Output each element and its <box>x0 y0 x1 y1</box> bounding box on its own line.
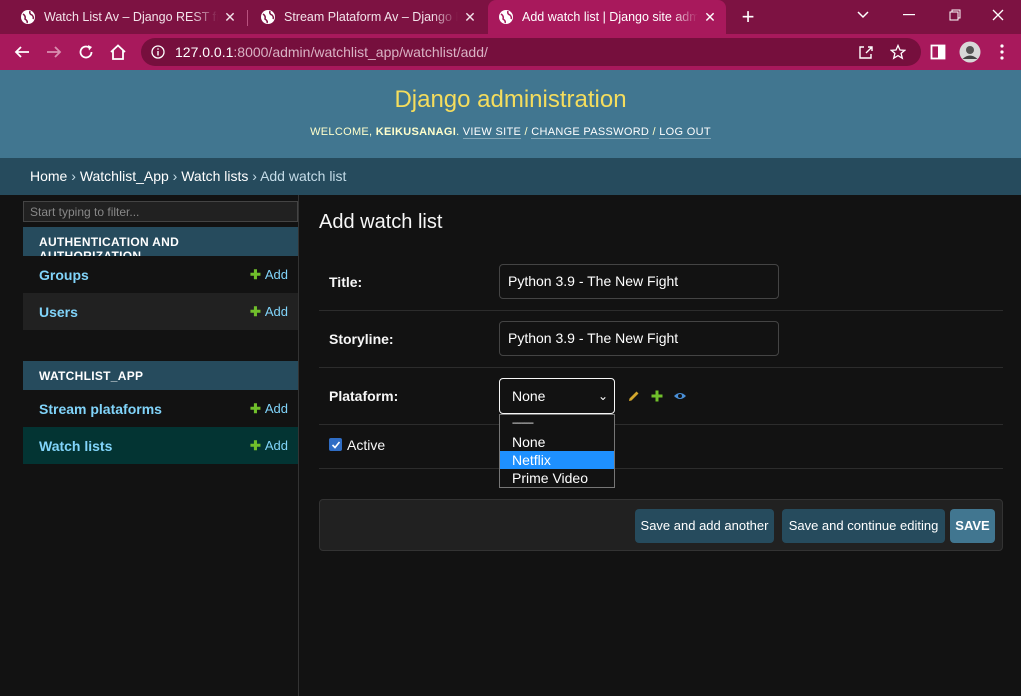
save-button[interactable]: SAVE <box>950 509 995 543</box>
add-users-link[interactable]: ✚ Add <box>250 304 288 320</box>
breadcrumb-home[interactable]: Home <box>30 168 67 184</box>
plataform-dropdown-list: --------- None Netflix Prime Video <box>499 414 615 488</box>
tab-search-chevron-icon[interactable] <box>840 0 886 30</box>
save-and-continue-button[interactable]: Save and continue editing <box>782 509 945 543</box>
home-icon[interactable] <box>106 40 130 64</box>
sidebar-item-users: Users ✚ Add <box>23 293 298 330</box>
welcome-text: Welcome, <box>310 126 373 138</box>
admin-header <box>0 70 1021 158</box>
save-and-add-another-button[interactable]: Save and add another <box>635 509 774 543</box>
sidebar-item-watch-lists: Watch lists ✚ Add <box>23 427 298 464</box>
plus-icon: ✚ <box>249 401 261 416</box>
info-icon[interactable] <box>146 40 170 64</box>
storyline-label: Storyline: <box>329 331 394 347</box>
page-title: Add watch list <box>319 211 443 233</box>
tab-title: Stream Plataform Av – Django REST framew… <box>284 10 458 24</box>
nav-filter-input[interactable]: Start typing to filter... <box>23 201 298 222</box>
sidebar-item-stream-plataforms: Stream plataforms ✚ Add <box>23 390 298 427</box>
browser-tab-1[interactable]: Watch List Av – Django REST framework ✕ <box>0 0 246 34</box>
row-divider <box>319 468 1003 469</box>
breadcrumb-model[interactable]: Watch lists <box>181 168 248 184</box>
sidebar-item-label[interactable]: Users <box>39 304 78 320</box>
active-label: Active <box>347 437 386 453</box>
dropdown-option[interactable]: None <box>500 433 614 451</box>
plataform-select[interactable]: None ⌄ <box>499 378 615 414</box>
profile-avatar[interactable] <box>958 40 982 64</box>
reload-icon[interactable] <box>74 40 98 64</box>
sidebar-item-label[interactable]: Watch lists <box>39 438 112 454</box>
site-branding[interactable]: Django administration <box>0 86 1021 114</box>
add-groups-link[interactable]: ✚ Add <box>250 267 288 283</box>
close-icon[interactable]: ✕ <box>698 9 722 26</box>
dropdown-option[interactable]: Prime Video <box>500 469 614 487</box>
change-password-link[interactable]: Change password <box>531 126 650 139</box>
breadcrumb-app[interactable]: Watchlist_App <box>80 168 169 184</box>
row-divider <box>319 424 1003 425</box>
add-stream-plataforms-link[interactable]: ✚ Add <box>250 401 288 417</box>
url-text[interactable]: 127.0.0.1:8000/admin/watchlist_app/watch… <box>175 43 488 61</box>
plataform-selected-value: None <box>512 388 546 404</box>
row-divider <box>319 310 1003 311</box>
breadcrumb-trail: Home › Watchlist_App › Watch lists › Add… <box>30 168 347 184</box>
plus-icon[interactable] <box>650 389 664 403</box>
sidepanel-icon[interactable] <box>926 40 950 64</box>
tab-title: Add watch list | Django site admin <box>522 10 698 24</box>
log-out-link[interactable]: Log out <box>659 126 711 139</box>
url-path: :8000/admin/watchlist_app/watchlist/add/ <box>233 44 488 60</box>
view-site-link[interactable]: View site <box>462 126 522 139</box>
storyline-input[interactable]: Python 3.9 - The New Fight <box>499 321 779 356</box>
plus-icon: ✚ <box>249 267 261 282</box>
pencil-icon[interactable] <box>627 389 641 403</box>
new-tab-icon[interactable]: + <box>737 4 759 30</box>
star-icon[interactable] <box>886 40 910 64</box>
tab-title: Watch List Av – Django REST framework <box>44 10 218 24</box>
active-checkbox[interactable] <box>329 438 342 451</box>
dropdown-option-highlighted[interactable]: Netflix <box>500 451 614 469</box>
chevron-down-icon: ⌄ <box>597 389 608 403</box>
sidebar-item-label[interactable]: Groups <box>39 267 89 283</box>
title-label: Title: <box>329 274 363 290</box>
forward-icon[interactable] <box>42 40 66 64</box>
browser-tab-strip: Watch List Av – Django REST framework ✕ … <box>0 0 1021 34</box>
check-icon <box>331 440 340 449</box>
browser-tab-3[interactable]: Add watch list | Django site admin ✕ <box>488 0 726 34</box>
dropdown-option[interactable]: --------- <box>500 415 614 433</box>
share-icon[interactable] <box>854 40 878 64</box>
menu-icon[interactable] <box>990 40 1014 64</box>
breadcrumb-current: Add watch list <box>260 168 347 184</box>
plataform-label: Plataform: <box>329 388 399 404</box>
restore-icon[interactable] <box>932 0 978 30</box>
add-watch-lists-link[interactable]: ✚ Add <box>250 438 288 454</box>
sidebar-item-label[interactable]: Stream plataforms <box>39 401 162 417</box>
title-input[interactable]: Python 3.9 - The New Fight <box>499 264 779 299</box>
close-window-icon[interactable] <box>975 0 1021 30</box>
username: keikusanagi <box>375 126 457 138</box>
globe-icon <box>21 10 35 24</box>
module-caption-auth[interactable]: Authentication and Authorization <box>23 227 298 263</box>
plus-icon: ✚ <box>249 304 261 319</box>
sidebar-divider <box>298 195 299 696</box>
minimize-icon[interactable] <box>886 0 932 30</box>
sidebar-item-groups: Groups ✚ Add <box>23 256 298 293</box>
row-divider <box>319 367 1003 368</box>
browser-tab-2[interactable]: Stream Plataform Av – Django REST framew… <box>248 0 486 34</box>
close-icon[interactable]: ✕ <box>218 9 242 26</box>
back-icon[interactable] <box>10 40 34 64</box>
url-host: 127.0.0.1 <box>175 44 234 60</box>
user-tools: Welcome, keikusanagi. View site / Change… <box>310 126 711 139</box>
globe-icon <box>499 10 513 24</box>
module-caption-watchlist-app[interactable]: Watchlist_App <box>23 361 298 391</box>
close-icon[interactable]: ✕ <box>458 9 482 26</box>
plus-icon: ✚ <box>249 438 261 453</box>
globe-icon <box>261 10 275 24</box>
eye-icon[interactable] <box>673 389 687 403</box>
